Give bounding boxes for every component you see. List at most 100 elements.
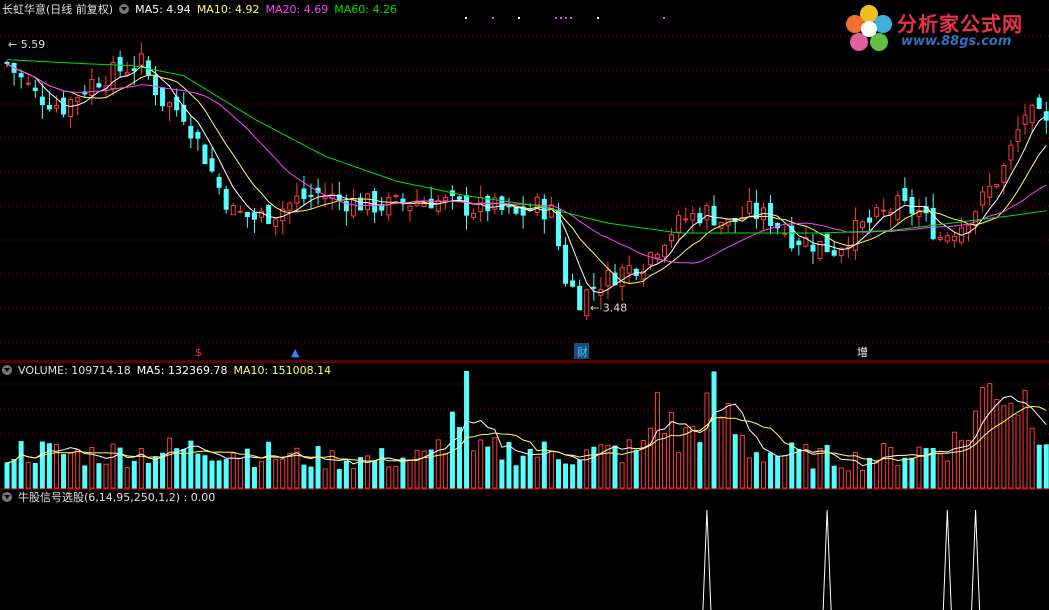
volume-bar [838, 467, 844, 489]
volume-bar [789, 442, 795, 489]
volume-bar [75, 449, 81, 489]
candle-body [68, 98, 74, 118]
volume-bar [68, 452, 74, 489]
candle-body [273, 218, 279, 227]
volume-bar [902, 457, 908, 489]
volume-bar [414, 449, 420, 489]
candle-body [506, 205, 512, 208]
candle-body [471, 212, 477, 218]
candle-body [379, 205, 385, 211]
candle-body [195, 131, 201, 139]
candle-body [160, 87, 166, 107]
volume-bar [746, 457, 752, 489]
volume-bar [548, 450, 554, 489]
stock-title: 长虹华意(日线 前复权) [2, 3, 114, 16]
candle-body [131, 68, 137, 72]
high-price-marker: ← 5.59 [8, 38, 45, 51]
candle-body [301, 188, 307, 199]
signal-dot [518, 17, 520, 19]
volume-bar [718, 417, 724, 489]
candle-body [1015, 129, 1021, 143]
candle-body [89, 79, 95, 96]
volume-bar [343, 460, 349, 489]
candle-body [654, 253, 660, 259]
volume-bar [895, 464, 901, 489]
candle-body [619, 267, 625, 288]
indicator-pane[interactable]: 牛股信号选股(6,14,95,250,1,2) : 0.00 [0, 490, 1049, 610]
ma60-line [6, 59, 1047, 234]
volume-bar [987, 383, 993, 489]
volume-bar [428, 449, 434, 489]
candle-body [244, 212, 250, 218]
volume-bar [944, 460, 950, 489]
candle-body [973, 211, 979, 227]
site-logo: 分析家公式网 www.88gs.com [841, 2, 1041, 56]
volume-bar [951, 431, 957, 489]
candle-body [867, 217, 873, 223]
candle-body [237, 210, 243, 213]
candle-body [1001, 165, 1007, 183]
volume-bar [131, 460, 137, 489]
volume-bar [909, 457, 915, 489]
volume-bar [32, 462, 38, 489]
indicator-toggle-icon[interactable] [2, 492, 12, 502]
candle-body [987, 185, 993, 198]
event-marker: ▲ [291, 346, 300, 359]
volume-bar [223, 459, 229, 489]
candle-body [75, 97, 81, 103]
candle-body [1029, 104, 1035, 124]
candle-body [110, 61, 116, 89]
volume-bar [110, 443, 116, 489]
volume-bar [386, 466, 392, 489]
candle-body [167, 102, 173, 108]
volume-pane[interactable]: VOLUME: 109714.18 MA5: 132369.78 MA10: 151… [0, 362, 1049, 490]
volume-toggle-icon[interactable] [2, 365, 12, 375]
volume-bar [471, 450, 477, 489]
candle-body [1008, 144, 1014, 161]
volume-bar [124, 467, 130, 489]
volume-bar [435, 439, 441, 489]
signal-dot [560, 17, 562, 19]
indicator-chart[interactable] [0, 490, 1049, 610]
volume-bar [916, 446, 922, 489]
candle-body [32, 87, 38, 91]
dropdown-toggle-icon[interactable] [119, 4, 130, 14]
volume-bar [598, 444, 604, 489]
candle-body [881, 209, 887, 212]
ma10-label: MA10: 4.92 [196, 3, 260, 16]
indicator-header: 牛股信号选股(6,14,95,250,1,2) : 0.00 [0, 490, 221, 506]
volume-bar [605, 444, 611, 489]
volume-bar [103, 463, 109, 489]
candle-body [4, 61, 10, 65]
volume-bars [4, 371, 1049, 489]
volume-bar [322, 468, 328, 489]
candle-body [1036, 97, 1042, 109]
candle-body [669, 234, 675, 242]
volume-bar [753, 452, 759, 489]
volume-bar [160, 452, 166, 489]
volume-bar [810, 468, 816, 489]
volume-bar [697, 442, 703, 489]
volume-bar [711, 371, 717, 489]
volume-bar [167, 437, 173, 489]
volume-bar [195, 453, 201, 489]
volume-bar [888, 447, 894, 489]
candle-body [902, 188, 908, 202]
price-pane[interactable]: ← 5.59 ← 3.48 $ ▲ 财 增 长虹华意(日线 前复权) MA5: 4.94 MA… [0, 0, 1049, 362]
candle-body [895, 195, 901, 221]
volume-bar [273, 459, 279, 489]
volume-bar [867, 457, 873, 489]
volume-bar [845, 470, 851, 489]
candle-body [188, 125, 194, 139]
volume-chart[interactable] [0, 362, 1049, 490]
candle-body [358, 197, 363, 211]
candle-body [61, 97, 67, 115]
volume-bar [683, 427, 689, 489]
volume-bar [994, 398, 1000, 489]
volume-bar [1001, 405, 1007, 489]
volume-bar [760, 461, 766, 489]
ma60-label: MA60: 4.26 [334, 3, 397, 16]
candle-body [386, 197, 392, 216]
candle-body [662, 244, 668, 258]
candle-body [202, 144, 208, 165]
